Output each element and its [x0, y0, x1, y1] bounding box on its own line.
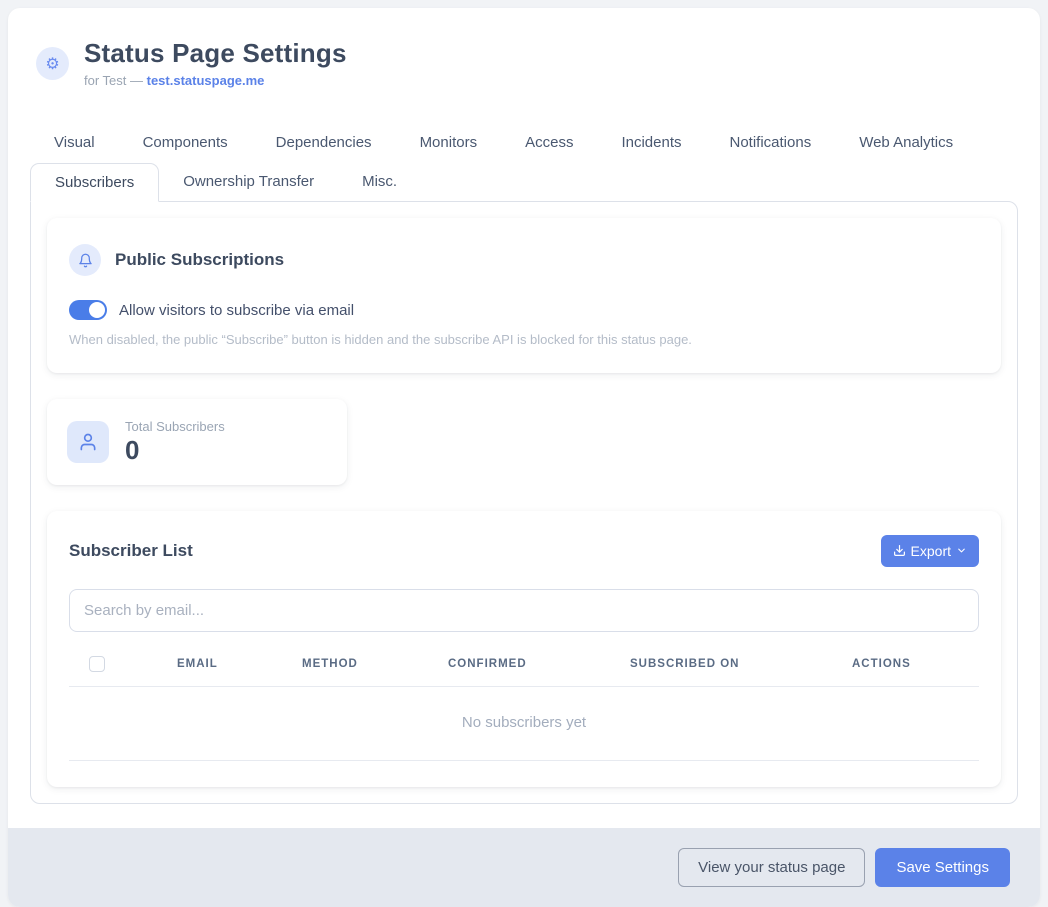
subscriber-list-header: Subscriber List Export [69, 535, 979, 567]
column-header-actions: Actions [852, 658, 979, 670]
page-title: Status Page Settings [84, 38, 347, 69]
user-icon [67, 421, 109, 463]
total-subscribers-card: Total Subscribers 0 [47, 399, 347, 485]
subtitle-prefix: for Test — [84, 73, 147, 88]
status-page-link[interactable]: test.statuspage.me [147, 73, 265, 88]
tab-misc[interactable]: Misc. [338, 163, 421, 202]
select-all-checkbox[interactable] [89, 656, 105, 672]
download-icon [893, 544, 906, 557]
subscribe-helper-text: When disabled, the public “Subscribe” bu… [69, 331, 979, 349]
total-subscribers-label: Total Subscribers [125, 419, 225, 434]
tabs-row-2: Subscribers Ownership Transfer Misc. [30, 163, 1018, 202]
empty-state-message: No subscribers yet [69, 687, 979, 761]
tab-ownership-transfer[interactable]: Ownership Transfer [159, 163, 338, 202]
gear-icon: ⚙ [36, 47, 69, 80]
subscriber-list-title: Subscriber List [69, 541, 193, 561]
tab-incidents[interactable]: Incidents [597, 124, 705, 161]
subscribe-toggle-row: Allow visitors to subscribe via email [69, 300, 979, 320]
subscriber-table-header: Email Method Confirmed Subscribed On Act… [69, 648, 979, 687]
page-header: ⚙ Status Page Settings for Test — test.s… [30, 38, 1018, 88]
page-subtitle: for Test — test.statuspage.me [84, 73, 347, 88]
tab-web-analytics[interactable]: Web Analytics [835, 124, 977, 161]
save-settings-button[interactable]: Save Settings [875, 848, 1010, 887]
bell-icon [69, 244, 101, 276]
tab-visual[interactable]: Visual [30, 124, 119, 161]
status-page-settings-card: ⚙ Status Page Settings for Test — test.s… [8, 8, 1040, 907]
settings-footer: View your status page Save Settings [8, 828, 1040, 907]
total-subscribers-value: 0 [125, 436, 225, 465]
export-button[interactable]: Export [881, 535, 979, 567]
public-subscriptions-title: Public Subscriptions [115, 250, 284, 270]
export-button-label: Export [911, 543, 951, 559]
column-header-method: Method [302, 658, 448, 670]
subscribers-tab-panel: Public Subscriptions Allow visitors to s… [30, 201, 1018, 804]
tab-subscribers[interactable]: Subscribers [30, 163, 159, 202]
chevron-down-icon [956, 545, 967, 556]
subscriber-list-card: Subscriber List Export [47, 511, 1001, 787]
column-header-email: Email [177, 658, 302, 670]
total-subscribers-text: Total Subscribers 0 [125, 419, 225, 465]
list-bottom-padding [69, 761, 979, 787]
subscribe-toggle-label: Allow visitors to subscribe via email [119, 302, 354, 319]
public-subscriptions-card: Public Subscriptions Allow visitors to s… [47, 218, 1001, 373]
search-input[interactable] [69, 589, 979, 632]
view-status-page-button[interactable]: View your status page [678, 848, 865, 887]
card-body: ⚙ Status Page Settings for Test — test.s… [8, 8, 1040, 828]
tab-notifications[interactable]: Notifications [706, 124, 836, 161]
tab-dependencies[interactable]: Dependencies [252, 124, 396, 161]
tab-access[interactable]: Access [501, 124, 597, 161]
subscribe-toggle-knob [89, 302, 105, 318]
tab-components[interactable]: Components [119, 124, 252, 161]
column-header-subscribed-on: Subscribed On [630, 658, 852, 670]
subscribe-toggle[interactable] [69, 300, 107, 320]
public-subscriptions-header: Public Subscriptions [69, 244, 979, 276]
select-all-cell [69, 656, 177, 672]
tab-monitors[interactable]: Monitors [396, 124, 502, 161]
column-header-confirmed: Confirmed [448, 658, 630, 670]
page-header-text: Status Page Settings for Test — test.sta… [84, 38, 347, 88]
tabs-row-1: Visual Components Dependencies Monitors … [30, 124, 1018, 161]
